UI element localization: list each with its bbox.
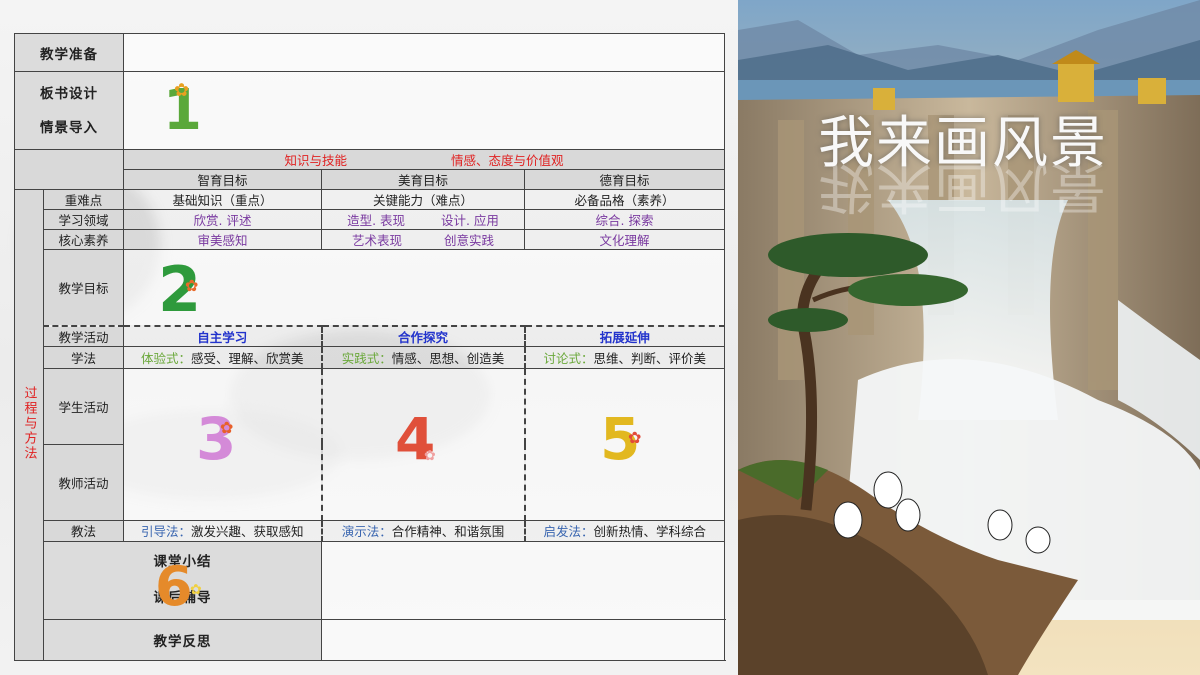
difficulty-c1: 基础知识（重点） — [123, 189, 322, 211]
method-c3-text: 思维、判断、评价美 — [593, 350, 707, 366]
literacy-label: 核心素养 — [43, 229, 124, 251]
page-title-reflection: 我来画风景 — [818, 153, 1108, 218]
literacy-c2a: 艺术表现 — [352, 233, 403, 249]
literacy-c2b: 创意实践 — [443, 233, 494, 249]
summary-field[interactable] — [320, 540, 726, 620]
difficulty-c2: 关键能力（难点） — [321, 189, 525, 211]
flower-icon: ✿ — [220, 418, 234, 437]
activity-c2: 合作探究 — [320, 324, 525, 347]
process-label-cell: 过程与方法 — [14, 189, 44, 661]
student-label: 学生活动 — [43, 367, 124, 445]
goals-header: 知识与技能 情感、态度与价值观 — [122, 149, 726, 171]
flower-icon: ✿ — [190, 582, 202, 598]
teaching-c3-tag: 启发法： — [543, 524, 594, 540]
board-intro-label: 板书设计 情景导入 — [14, 71, 124, 151]
lesson-plan-panel: 教学准备 板书设计 情景导入 知识与技能 情感、态度与价值观 智育目标 美育目标… — [0, 0, 738, 675]
literacy-c3: 文化理解 — [523, 229, 726, 251]
method-label: 学法 — [43, 345, 124, 369]
method-c3: 讨论式：思维、判断、评价美 — [523, 345, 726, 369]
objective-field[interactable] — [122, 249, 726, 327]
method-c1-text: 感受、理解、欣赏美 — [191, 350, 304, 366]
method-c1-tag: 体验式： — [140, 350, 191, 366]
prep-field[interactable] — [122, 32, 726, 73]
domain-c1: 欣赏. 评述 — [123, 209, 322, 231]
process-label: 过程与方法 — [21, 386, 37, 462]
domain-c2b: 设计. 应用 — [440, 213, 499, 229]
domain-c2: 造型. 表现 设计. 应用 — [321, 209, 525, 231]
activity-c3: 拓展延伸 — [523, 324, 726, 347]
intro-label: 情景导入 — [40, 119, 98, 136]
activity-c1: 自主学习 — [123, 324, 322, 347]
col-intellect: 智育目标 — [123, 169, 322, 191]
flower-icon: ✿ — [185, 276, 199, 295]
reflection-field[interactable] — [320, 618, 726, 662]
board-label: 板书设计 — [40, 85, 98, 102]
teaching-c1-text: 激发兴趣、获取感知 — [191, 524, 304, 540]
activity-label: 教学活动 — [43, 324, 124, 347]
literacy-c1: 审美感知 — [123, 229, 322, 251]
difficulty-c3: 必备品格（素养） — [523, 189, 726, 211]
method-c3-tag: 讨论式： — [543, 350, 594, 366]
number-6-decoration: 6 — [155, 555, 193, 618]
objective-label: 教学目标 — [43, 249, 124, 327]
number-3-decoration: 3 — [196, 405, 237, 473]
teaching-c1: 引导法：激发兴趣、获取感知 — [123, 519, 322, 542]
literacy-c2: 艺术表现 创意实践 — [321, 229, 525, 251]
method-c2: 实践式：情感、思想、创造美 — [320, 345, 525, 369]
flower-icon: ✿ — [628, 428, 642, 447]
teaching-c3-text: 创新热情、学科综合 — [593, 524, 707, 540]
knowledge-header: 知识与技能 — [284, 153, 348, 169]
teacher-act-label: 教师活动 — [43, 443, 124, 521]
method-c2-tag: 实践式： — [341, 350, 392, 366]
prep-label: 教学准备 — [14, 32, 124, 73]
teaching-c2: 演示法：合作精神、和谐氛围 — [320, 519, 525, 542]
col-aesthetic: 美育目标 — [321, 169, 525, 191]
flower-icon: ✿ — [424, 448, 436, 464]
method-c1: 体验式：感受、理解、欣赏美 — [123, 345, 322, 369]
method-c2-text: 情感、思想、创造美 — [391, 350, 505, 366]
reflection-label: 教学反思 — [43, 618, 322, 662]
teaching-c2-tag: 演示法： — [341, 524, 392, 540]
difficulty-label: 重难点 — [43, 189, 124, 211]
teaching-label: 教法 — [43, 519, 124, 542]
lesson-plan-table: 教学准备 板书设计 情景导入 知识与技能 情感、态度与价值观 智育目标 美育目标… — [14, 32, 726, 662]
domain-label: 学习领域 — [43, 209, 124, 231]
board-field[interactable] — [122, 71, 726, 151]
emotion-header: 情感、态度与价值观 — [451, 153, 564, 169]
teaching-c3: 启发法：创新热情、学科综合 — [523, 519, 726, 542]
domain-c2a: 造型. 表现 — [347, 213, 406, 229]
goals-corner — [14, 149, 124, 191]
teaching-c1-tag: 引导法： — [140, 524, 191, 540]
flower-icon: ✿ — [174, 80, 190, 101]
domain-c3: 综合. 探索 — [523, 209, 726, 231]
col-moral: 德育目标 — [523, 169, 726, 191]
teaching-c2-text: 合作精神、和谐氛围 — [391, 524, 505, 540]
